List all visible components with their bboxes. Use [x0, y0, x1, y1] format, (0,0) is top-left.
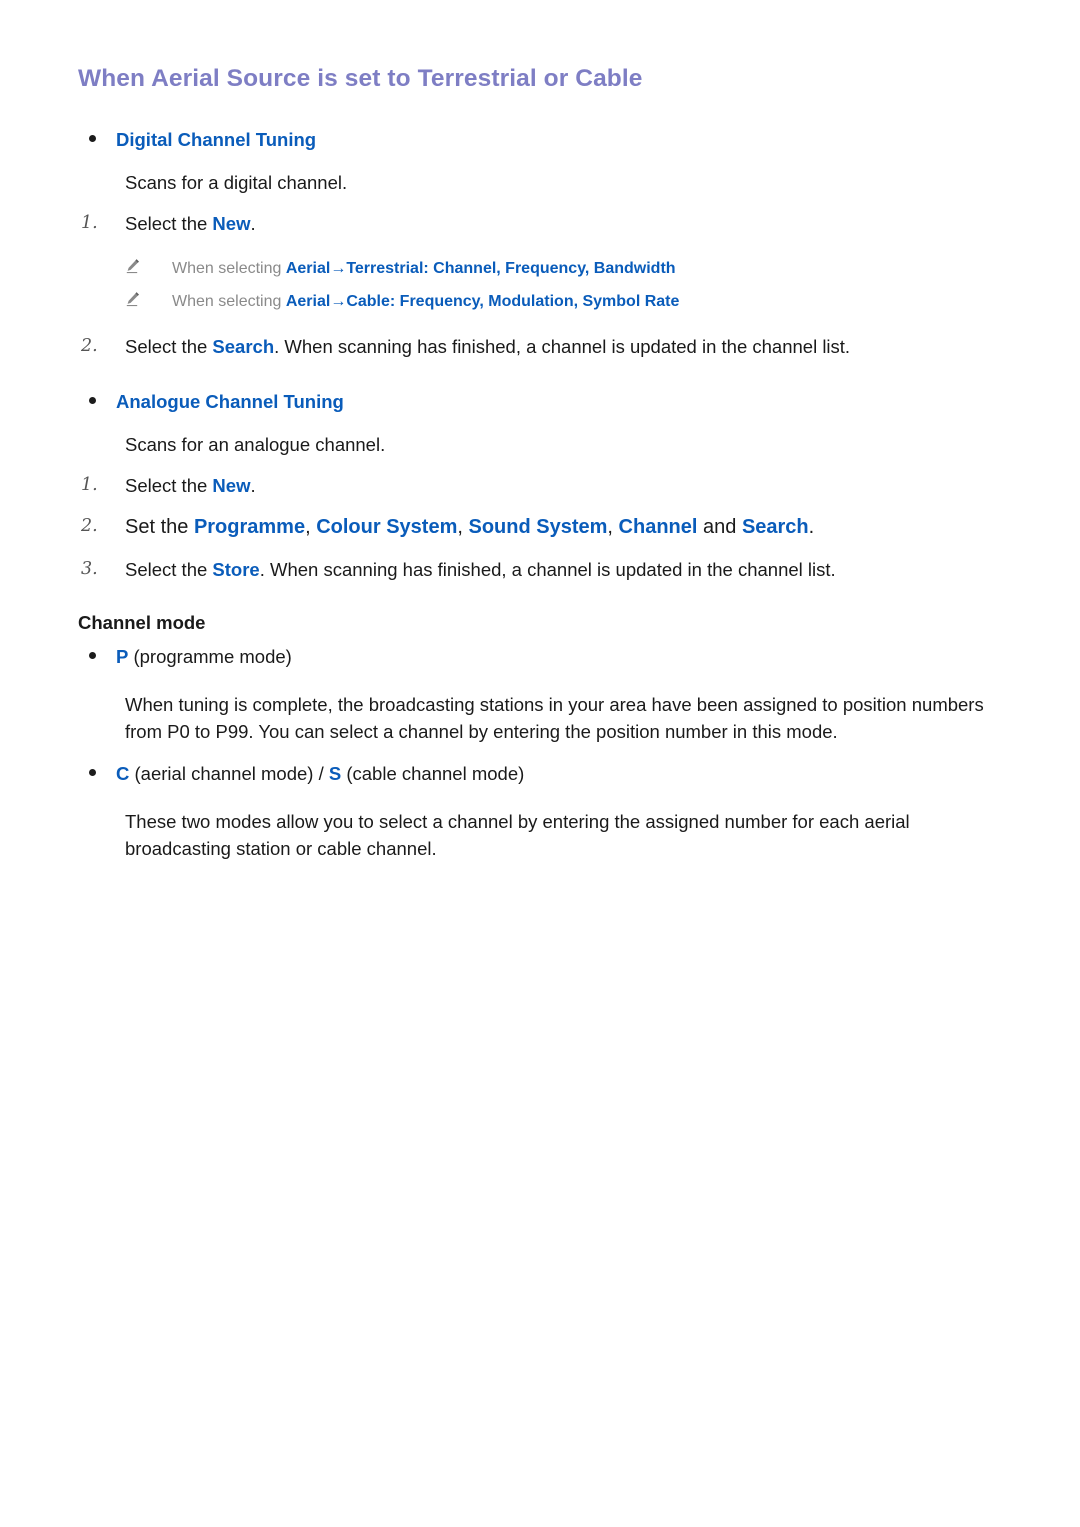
keyword-new: New: [212, 474, 251, 496]
note-lead: When selecting: [172, 292, 286, 310]
step-prefix: Select the: [125, 335, 213, 357]
keyword-p: P: [116, 646, 129, 668]
digital-step-2: 2. Select the Search. When scanning has …: [78, 326, 1002, 367]
step-text: Select the Search. When scanning has fin…: [125, 333, 850, 360]
analogue-step-3: 3. Select the Store. When scanning has f…: [78, 549, 1002, 590]
keyword-terrestrial: Terrestrial: [346, 259, 424, 277]
bullet-marker-icon: [78, 389, 116, 416]
step-text: Select the Store. When scanning has fini…: [125, 556, 836, 583]
keyword-search: Search: [212, 335, 275, 357]
bullet-item-p-mode: P (programme mode): [78, 636, 1002, 679]
bullet-marker-icon: [78, 127, 116, 154]
bullet-item-digital-channel-tuning: Digital Channel Tuning: [78, 119, 1002, 162]
step-text: Select the New.: [125, 472, 256, 499]
note-text: When selecting Aerial→Terrestrial: Chann…: [172, 257, 676, 280]
step-number: 1.: [81, 212, 98, 233]
step-suffix: . When scanning has finished, a channel …: [274, 335, 851, 357]
note-options: Channel, Frequency, Bandwidth: [428, 259, 676, 277]
section-heading-channel-mode: Channel mode: [78, 612, 206, 634]
step-prefix: Select the: [125, 474, 213, 496]
arrow-icon: →: [330, 292, 347, 310]
step-number: 2.: [81, 335, 98, 356]
note-cable: When selecting Aerial→Cable: Frequency, …: [125, 285, 1002, 318]
s-mode-label: (cable channel mode): [341, 762, 525, 784]
separator: ,: [305, 515, 317, 538]
bullet-marker-icon: [78, 644, 116, 671]
page-title: When Aerial Source is set to Terrestrial…: [78, 65, 643, 92]
step-suffix: .: [250, 474, 256, 496]
step-text: Select the New.: [125, 210, 256, 237]
arrow-icon: →: [330, 259, 347, 277]
keyword-sound-system: Sound System: [468, 515, 608, 538]
note-terrestrial: When selecting Aerial→Terrestrial: Chann…: [125, 252, 1002, 285]
keyword-colour-system: Colour System: [316, 515, 458, 538]
analogue-step-1: 1. Select the New.: [78, 465, 1002, 506]
pencil-icon: [125, 290, 172, 307]
step-suffix: .: [808, 515, 815, 538]
bullet-label-analogue-channel-tuning: Analogue Channel Tuning: [116, 390, 344, 412]
step-text: Set the Programme, Colour System, Sound …: [125, 513, 814, 542]
keyword-new: New: [212, 212, 251, 234]
bullet-item-cs-mode: C (aerial channel mode) / S (cable chann…: [78, 753, 1002, 796]
keyword-store: Store: [212, 559, 260, 581]
step-prefix: Select the: [125, 559, 213, 581]
document-page: When Aerial Source is set to Terrestrial…: [0, 0, 1080, 1527]
step-number: 1.: [81, 474, 98, 495]
step-number: 2.: [81, 515, 98, 536]
step-prefix: Select the: [125, 212, 213, 234]
bullet-label-cs-mode: C (aerial channel mode) / S (cable chann…: [116, 761, 524, 787]
keyword-programme: Programme: [193, 515, 306, 538]
digital-description: Scans for a digital channel.: [125, 171, 348, 193]
conjunction: and: [697, 515, 742, 538]
p-mode-paragraph: When tuning is complete, the broadcastin…: [125, 693, 984, 742]
bullet-marker-icon: [78, 761, 116, 788]
keyword-aerial: Aerial: [285, 259, 331, 277]
bullet-label-digital-channel-tuning: Digital Channel Tuning: [116, 128, 317, 150]
keyword-channel: Channel: [618, 515, 698, 538]
step-number: 3.: [81, 559, 98, 580]
keyword-search: Search: [741, 515, 809, 538]
keyword-aerial: Aerial: [285, 292, 331, 310]
analogue-description: Scans for an analogue channel.: [125, 433, 386, 455]
keyword-c: C: [116, 762, 130, 784]
pencil-icon: [125, 257, 172, 274]
bullet-item-analogue-channel-tuning: Analogue Channel Tuning: [78, 381, 1002, 424]
step-suffix: . When scanning has finished, a channel …: [259, 559, 836, 581]
cs-mode-paragraph: These two modes allow you to select a ch…: [125, 810, 910, 859]
separator: ,: [607, 515, 619, 538]
digital-step-1: 1. Select the New.: [78, 203, 1002, 244]
step-suffix: .: [250, 212, 256, 234]
note-text: When selecting Aerial→Cable: Frequency, …: [172, 290, 679, 313]
note-options: Frequency, Modulation, Symbol Rate: [395, 292, 680, 310]
separator: ,: [457, 515, 469, 538]
keyword-s: S: [328, 762, 342, 784]
c-mode-label: (aerial channel mode): [129, 762, 319, 784]
note-lead: When selecting: [172, 259, 286, 277]
step-prefix: Set the: [125, 515, 194, 538]
mode-slash: /: [318, 762, 329, 784]
keyword-cable: Cable: [346, 292, 390, 310]
p-mode-label: (programme mode): [128, 646, 292, 668]
analogue-step-2: 2. Set the Programme, Colour System, Sou…: [78, 506, 1002, 549]
bullet-label-p-mode: P (programme mode): [116, 644, 292, 670]
